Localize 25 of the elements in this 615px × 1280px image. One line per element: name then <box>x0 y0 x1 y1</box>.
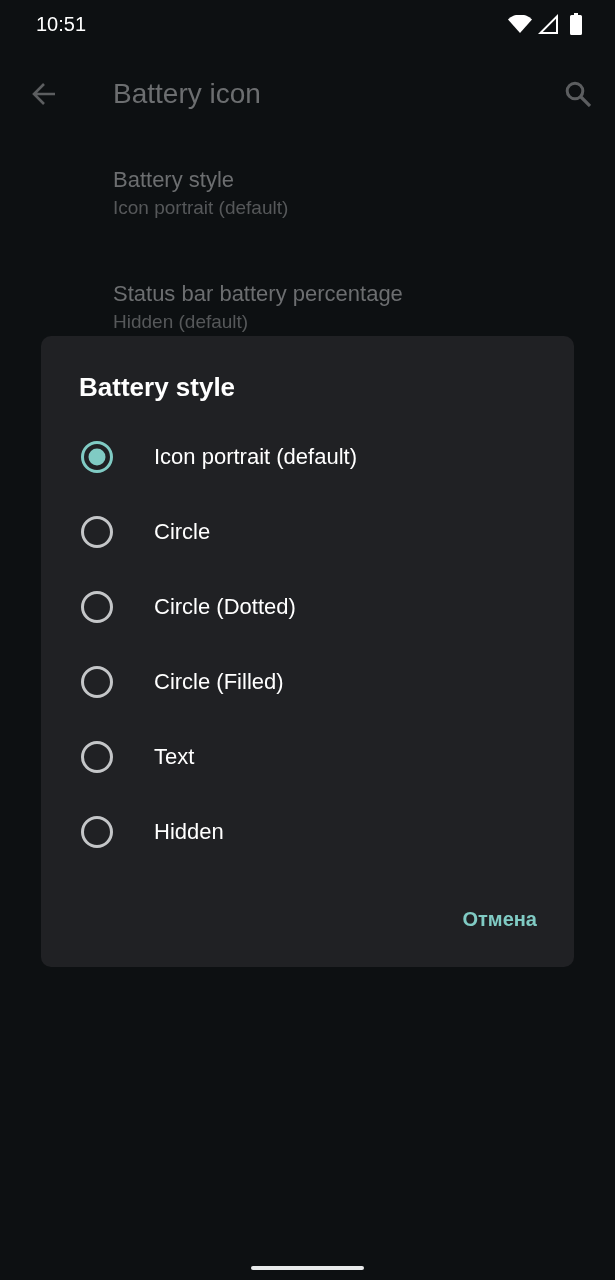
option-label[interactable]: Hidden <box>154 818 224 845</box>
setting-title[interactable]: Battery style <box>113 165 595 195</box>
radio-icon[interactable] <box>81 815 113 848</box>
cancel-button[interactable]: Отмена <box>450 895 549 943</box>
search-icon[interactable] <box>565 81 591 107</box>
radio-icon[interactable] <box>81 515 113 548</box>
setting-summary: Icon portrait (default) <box>113 196 290 220</box>
radio-icon[interactable] <box>81 665 113 698</box>
option-label[interactable]: Circle (Filled) <box>154 668 284 695</box>
option-label[interactable]: Circle (Dotted) <box>154 593 296 620</box>
setting-title[interactable]: Status bar battery percentage <box>113 279 595 309</box>
dialog-title: Battery style <box>79 371 236 404</box>
option-label[interactable]: Icon portrait (default) <box>154 443 357 470</box>
page-title: Battery icon <box>113 78 262 110</box>
back-arrow-icon[interactable] <box>31 82 57 106</box>
option-label[interactable]: Circle <box>154 518 211 545</box>
radio-icon[interactable] <box>81 740 113 773</box>
setting-summary: Hidden (default) <box>113 310 250 334</box>
option-label[interactable]: Text <box>154 743 195 770</box>
radio-icon[interactable] <box>81 440 113 473</box>
radio-icon[interactable] <box>81 590 113 623</box>
signal-icon <box>538 14 558 34</box>
wifi-icon <box>508 15 532 33</box>
battery-icon <box>570 13 582 35</box>
status-time: 10:51 <box>36 12 87 36</box>
